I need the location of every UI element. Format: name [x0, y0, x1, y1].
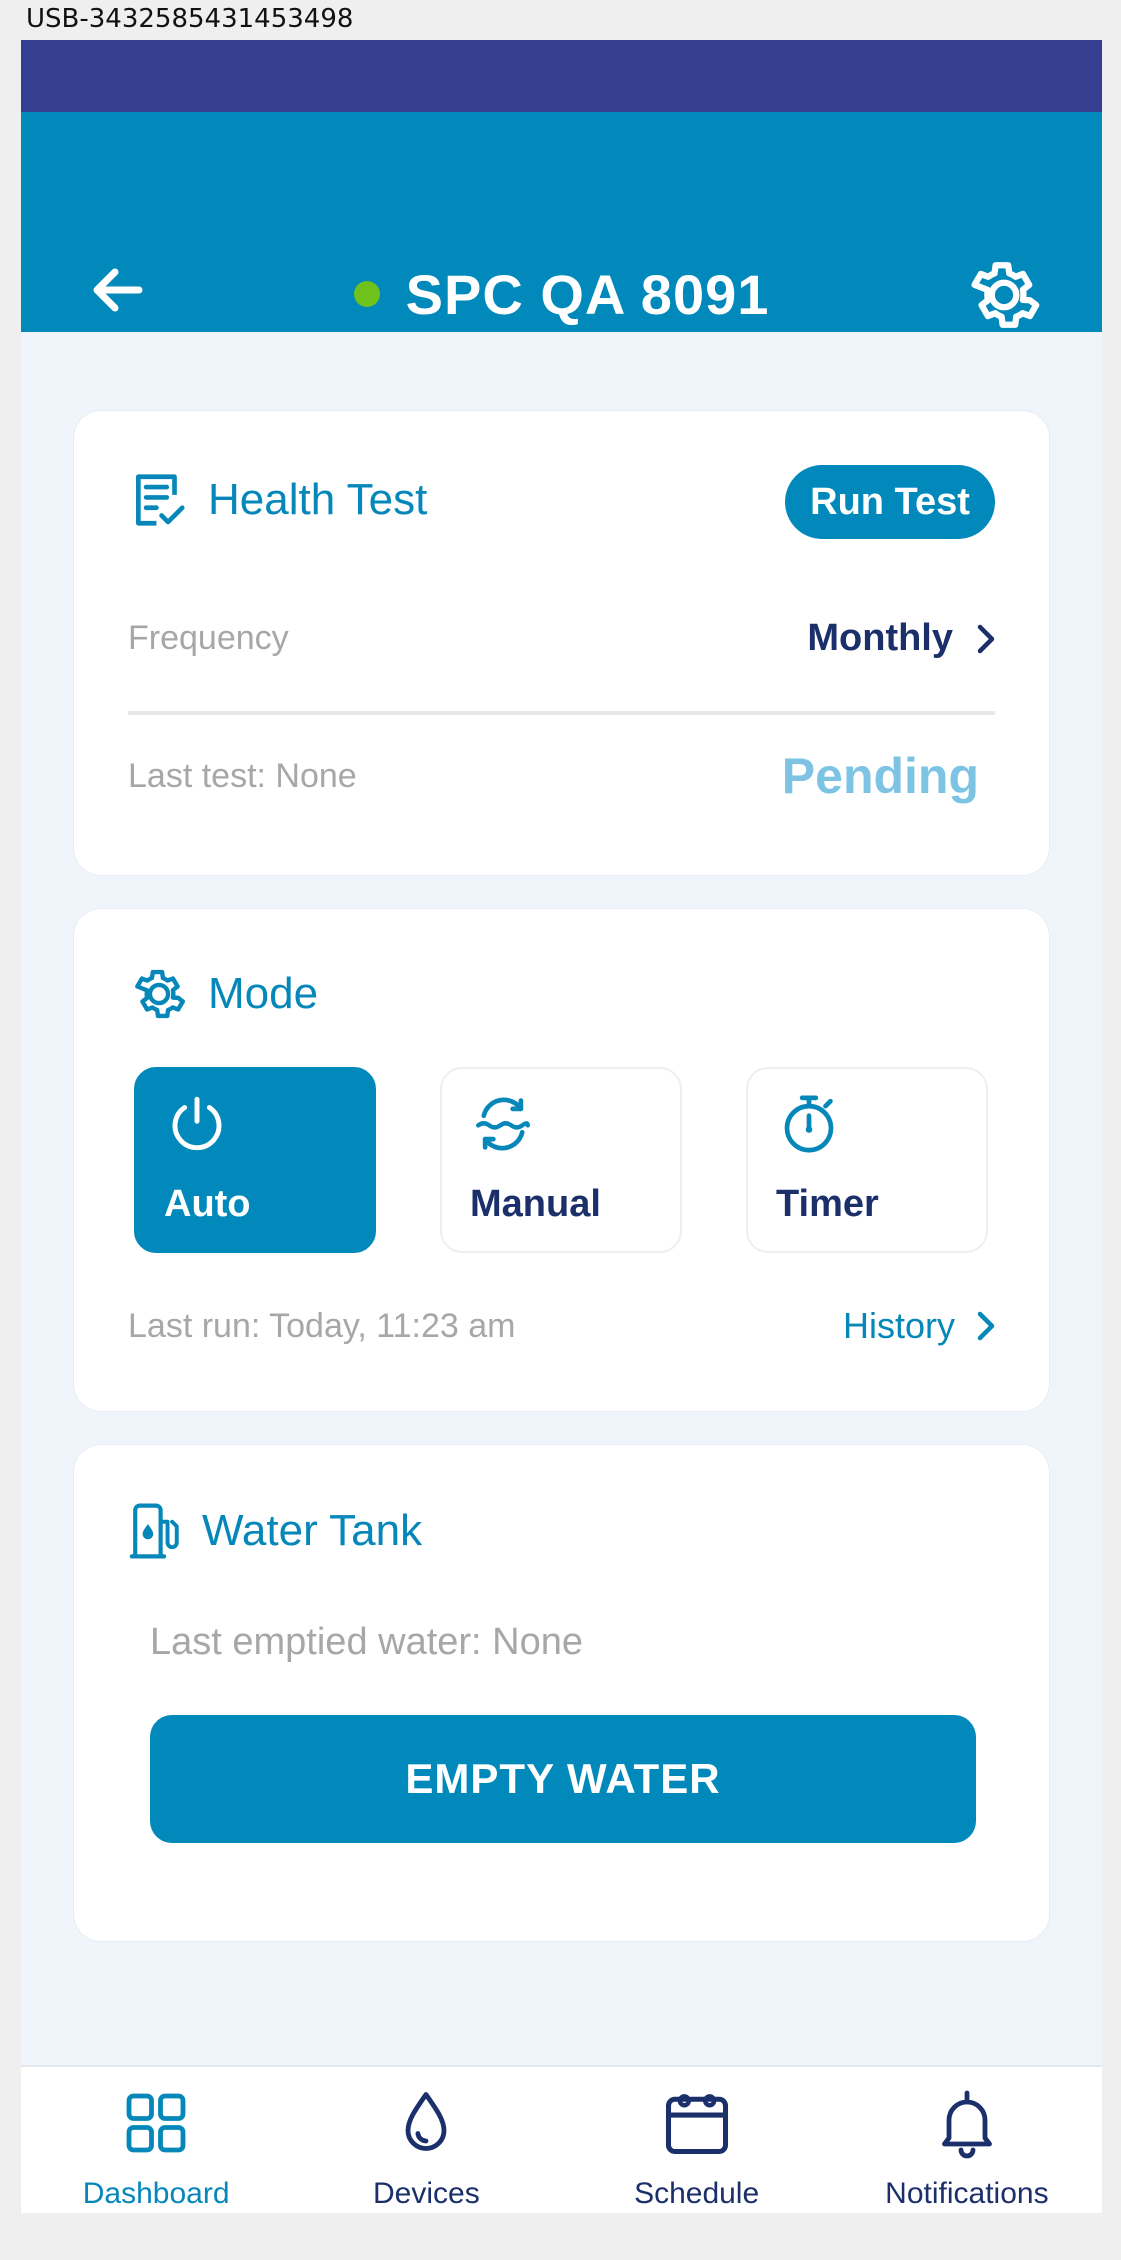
test-status-badge: Pending — [781, 748, 979, 804]
chevron-right-icon — [977, 1311, 995, 1341]
dashboard-content: Health Test Run Test Frequency Monthly L… — [21, 370, 1102, 2213]
gear-icon — [135, 969, 185, 1019]
divider — [128, 711, 995, 715]
nav-schedule[interactable]: Schedule — [562, 2067, 832, 2213]
water-tank-header: Water Tank — [128, 1501, 422, 1561]
app-header: SPC QA 8091 — [21, 112, 1102, 332]
device-title-group: SPC QA 8091 — [21, 262, 1102, 326]
grid-icon — [116, 2083, 196, 2163]
empty-water-button[interactable]: EMPTY WATER — [150, 1715, 976, 1843]
mode-manual-label: Manual — [470, 1183, 601, 1225]
health-test-header: Health Test — [128, 469, 427, 531]
mode-title: Mode — [208, 969, 319, 1018]
nav-notifications-label: Notifications — [885, 2177, 1049, 2210]
bottom-navigation: Dashboard Devices Schedule Notifications — [21, 2065, 1102, 2213]
last-emptied-text: Last emptied water: None — [150, 1621, 584, 1663]
online-status-dot — [353, 281, 380, 307]
mode-manual-button[interactable]: Manual — [440, 1067, 682, 1253]
frequency-row: Frequency Monthly — [128, 617, 995, 660]
last-run-row: Last run: Today, 11:23 am History — [128, 1305, 995, 1347]
frequency-label: Frequency — [128, 619, 289, 657]
frequency-value: Monthly — [807, 617, 953, 659]
history-link[interactable]: History — [843, 1305, 995, 1347]
mode-auto-button[interactable]: Auto — [134, 1067, 376, 1253]
device-title: SPC QA 8091 — [405, 262, 770, 326]
last-test-row: Last test: None Pending — [128, 747, 995, 805]
gear-icon — [971, 262, 1040, 328]
water-cycle-icon — [476, 1097, 530, 1151]
calendar-icon — [657, 2083, 737, 2163]
last-test-text: Last test: None — [128, 756, 357, 795]
nav-notifications[interactable]: Notifications — [832, 2067, 1102, 2213]
history-label: History — [842, 1305, 955, 1346]
app-screen: SPC QA 8091 Health Test Run Test Frequen… — [21, 40, 1102, 2213]
mode-card: Mode Auto Manual Timer Last run: Today, … — [73, 908, 1050, 1412]
last-run-text: Last run: Today, 11:23 am — [128, 1306, 516, 1345]
checklist-icon — [136, 474, 185, 526]
window-title: USB-3432585431453498 — [26, 4, 354, 34]
water-tank-card: Water Tank Last emptied water: None EMPT… — [73, 1444, 1050, 1942]
nav-devices[interactable]: Devices — [291, 2067, 561, 2213]
run-test-button[interactable]: Run Test — [785, 465, 995, 539]
nav-devices-label: Devices — [373, 2177, 480, 2210]
chevron-right-icon — [977, 624, 995, 653]
mode-auto-label: Auto — [164, 1183, 251, 1225]
mode-header: Mode — [128, 963, 318, 1025]
nav-dashboard[interactable]: Dashboard — [21, 2067, 291, 2213]
health-test-card: Health Test Run Test Frequency Monthly L… — [73, 410, 1050, 876]
bell-icon — [927, 2083, 1007, 2163]
health-test-title: Health Test — [208, 475, 428, 524]
status-bar — [21, 40, 1102, 112]
water-tank-icon — [129, 1503, 179, 1559]
nav-dashboard-label: Dashboard — [82, 2177, 230, 2210]
water-tank-title: Water Tank — [202, 1506, 423, 1555]
settings-button[interactable] — [961, 252, 1047, 338]
mode-timer-button[interactable]: Timer — [746, 1067, 988, 1253]
mode-timer-label: Timer — [776, 1183, 879, 1225]
drop-icon — [386, 2083, 466, 2163]
frequency-selector[interactable]: Monthly — [807, 617, 995, 660]
stopwatch-icon — [784, 1095, 834, 1153]
power-icon — [172, 1096, 222, 1151]
nav-schedule-label: Schedule — [634, 2177, 760, 2210]
